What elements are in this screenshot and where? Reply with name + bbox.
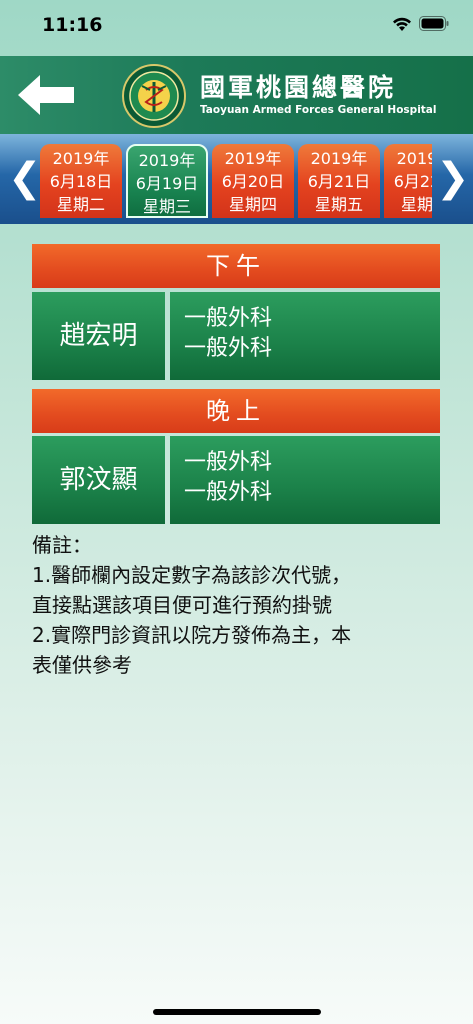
- date-tab-date: 6月18日: [49, 172, 113, 191]
- date-tab-weekday: 星期五: [314, 195, 363, 214]
- notes-title: 備註：: [32, 533, 92, 557]
- date-strip[interactable]: 2019年 6月18日 星期二 2019年 6月19日 星期三 2019年 6月…: [40, 144, 432, 220]
- department-label: 一般外科: [184, 450, 273, 475]
- notes-line: 2.實際門診資訊以院方發佈為主，本: [32, 623, 352, 647]
- back-button[interactable]: [14, 70, 78, 120]
- date-selector-bar: ❮ 2019年 6月18日 星期二 2019年 6月19日 星期三 2019年 …: [0, 134, 473, 224]
- department-label: 一般外科: [184, 480, 273, 505]
- date-tab-0618[interactable]: 2019年 6月18日 星期二: [40, 144, 122, 218]
- date-tab-weekday: 星期六: [400, 195, 432, 214]
- session-header-afternoon: 下午: [32, 244, 440, 288]
- hospital-title: 國軍桃園總醫院: [200, 73, 397, 102]
- battery-icon: [419, 16, 449, 31]
- status-time: 11:16: [42, 14, 103, 36]
- department-cell[interactable]: 一般外科 一般外科: [170, 436, 440, 524]
- hospital-logo-icon: [122, 64, 186, 128]
- date-tab-weekday: 星期三: [142, 197, 191, 216]
- notes-line: 1.醫師欄內設定數字為該診次代號，: [32, 563, 352, 587]
- notes-section: 備註： 1.醫師欄內設定數字為該診次代號， 直接點選該項目便可進行預約掛號 2.…: [32, 530, 452, 680]
- prev-date-chevron-icon[interactable]: ❮: [8, 154, 42, 202]
- date-tab-date: 6月19日: [135, 174, 199, 193]
- department-label: 一般外科: [184, 336, 273, 361]
- date-tab-weekday: 星期二: [56, 195, 105, 214]
- hospital-title-english: Taoyuan Armed Forces General Hospital: [200, 104, 437, 116]
- date-tab-year: 2019年: [138, 151, 196, 170]
- notes-line: 表僅供參考: [32, 653, 132, 677]
- date-tab-year: 2019年: [224, 149, 282, 168]
- date-tab-0622[interactable]: 2019年 6月22日 星期六: [384, 144, 432, 218]
- doctor-cell[interactable]: 郭汶顯: [32, 436, 165, 524]
- status-bar: 11:16: [0, 0, 473, 50]
- department-label: 一般外科: [184, 306, 273, 331]
- doctor-cell[interactable]: 趙宏明: [32, 292, 165, 380]
- next-date-chevron-icon[interactable]: ❯: [436, 154, 470, 202]
- date-tab-date: 6月21日: [307, 172, 371, 191]
- home-indicator[interactable]: [153, 1009, 321, 1015]
- date-tab-0621[interactable]: 2019年 6月21日 星期五: [298, 144, 380, 218]
- notes-line: 直接點選該項目便可進行預約掛號: [32, 593, 332, 617]
- date-tab-year: 2019年: [310, 149, 368, 168]
- date-tab-date: 6月22日: [393, 172, 432, 191]
- wifi-icon: [393, 17, 411, 31]
- app-header: 國軍桃園總醫院 Taoyuan Armed Forces General Hos…: [0, 56, 473, 134]
- date-tab-year: 2019年: [396, 149, 432, 168]
- back-arrow-icon: [18, 75, 74, 115]
- date-tab-date: 6月20日: [221, 172, 285, 191]
- date-tab-year: 2019年: [52, 149, 110, 168]
- date-tab-weekday: 星期四: [228, 195, 277, 214]
- department-cell[interactable]: 一般外科 一般外科: [170, 292, 440, 380]
- date-tab-0620[interactable]: 2019年 6月20日 星期四: [212, 144, 294, 218]
- date-tab-0619[interactable]: 2019年 6月19日 星期三: [126, 144, 208, 218]
- session-header-evening: 晚上: [32, 389, 440, 433]
